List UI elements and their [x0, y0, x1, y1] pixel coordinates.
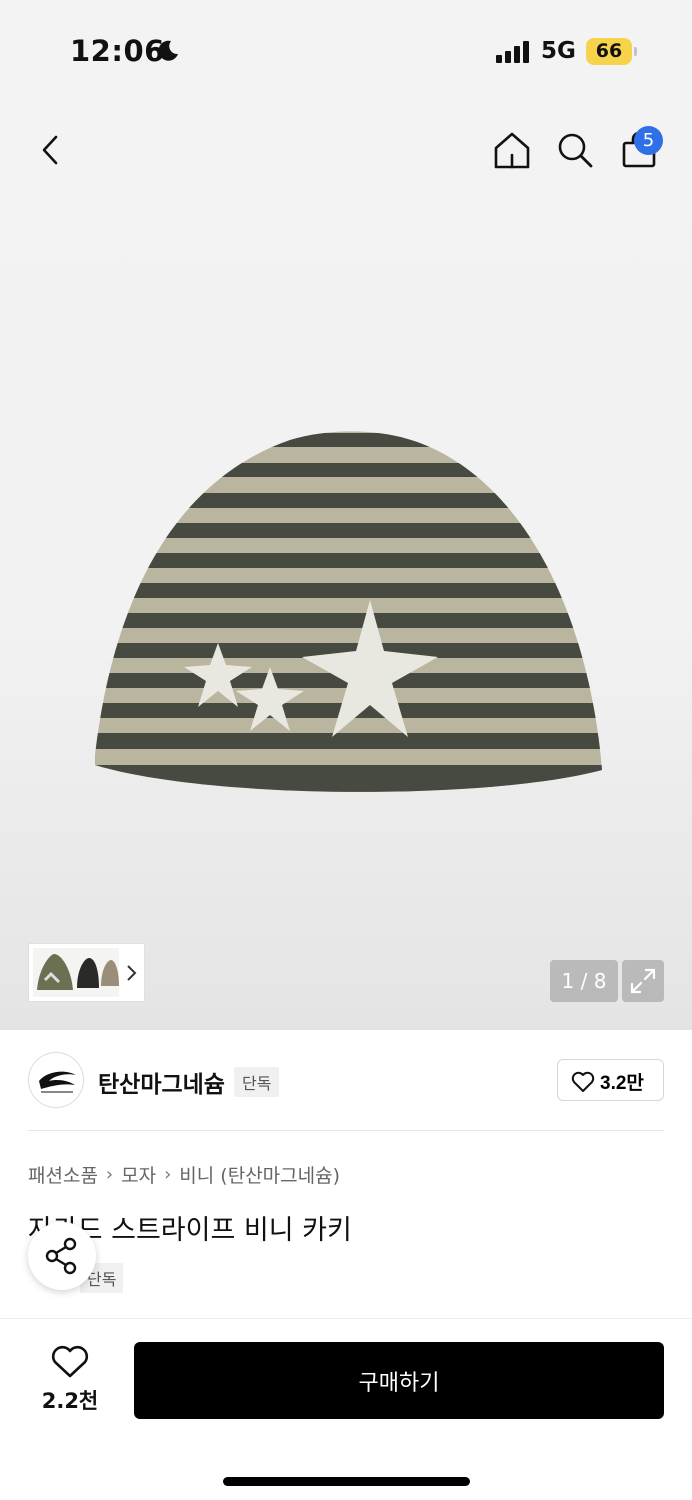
brand-logo[interactable]: [28, 1052, 84, 1108]
search-button[interactable]: [552, 127, 598, 173]
brand-like-count: 3.2만: [600, 1073, 644, 1094]
signal-icon: [496, 41, 529, 63]
share-icon: [45, 1237, 77, 1275]
breadcrumb: 패션소품 › 모자 › 비니 (탄산마그네슘): [28, 1161, 340, 1188]
back-icon: [42, 135, 58, 165]
product-like-count: 2.2천: [41, 1389, 99, 1413]
heart-icon: [51, 1345, 89, 1378]
chevron-right-icon: [127, 965, 137, 981]
battery-indicator: 66: [586, 38, 632, 65]
expand-button[interactable]: [622, 960, 664, 1002]
heart-icon: [571, 1071, 595, 1092]
brand-like-button[interactable]: 3.2만: [557, 1059, 664, 1101]
chevron-right-icon: ›: [105, 1164, 114, 1185]
chevron-right-icon: ›: [164, 1164, 172, 1185]
cart-count-badge: 5: [634, 126, 663, 155]
home-icon: [494, 132, 530, 169]
home-button[interactable]: [489, 127, 535, 173]
breadcrumb-item[interactable]: 비니 (탄산마그네슘): [179, 1161, 340, 1188]
status-bar: 12:06 5G 66: [0, 0, 692, 100]
brand-logo-mark: [39, 1071, 76, 1093]
buy-button[interactable]: 구매하기: [134, 1342, 664, 1419]
thumbnail-images: [33, 948, 119, 997]
expand-icon: [630, 968, 656, 994]
brand-exclusive-tag: 단독: [234, 1067, 280, 1097]
share-button[interactable]: [28, 1222, 96, 1290]
back-button[interactable]: [28, 127, 74, 173]
breadcrumb-item[interactable]: 패션소품: [28, 1161, 98, 1188]
section-divider: [28, 1130, 664, 1131]
image-counter: 1 / 8: [550, 960, 618, 1002]
home-indicator: [223, 1477, 470, 1486]
status-time: 12:06: [70, 34, 165, 68]
moon-icon: [158, 40, 178, 61]
search-icon: [558, 133, 593, 168]
brand-name[interactable]: 탄산마그네슘: [98, 1065, 225, 1099]
battery-tip: [634, 47, 637, 56]
thumbnail-strip[interactable]: [28, 943, 145, 1002]
breadcrumb-item[interactable]: 모자: [121, 1161, 156, 1188]
product-image[interactable]: [90, 425, 606, 805]
network-label: 5G: [541, 38, 576, 64]
